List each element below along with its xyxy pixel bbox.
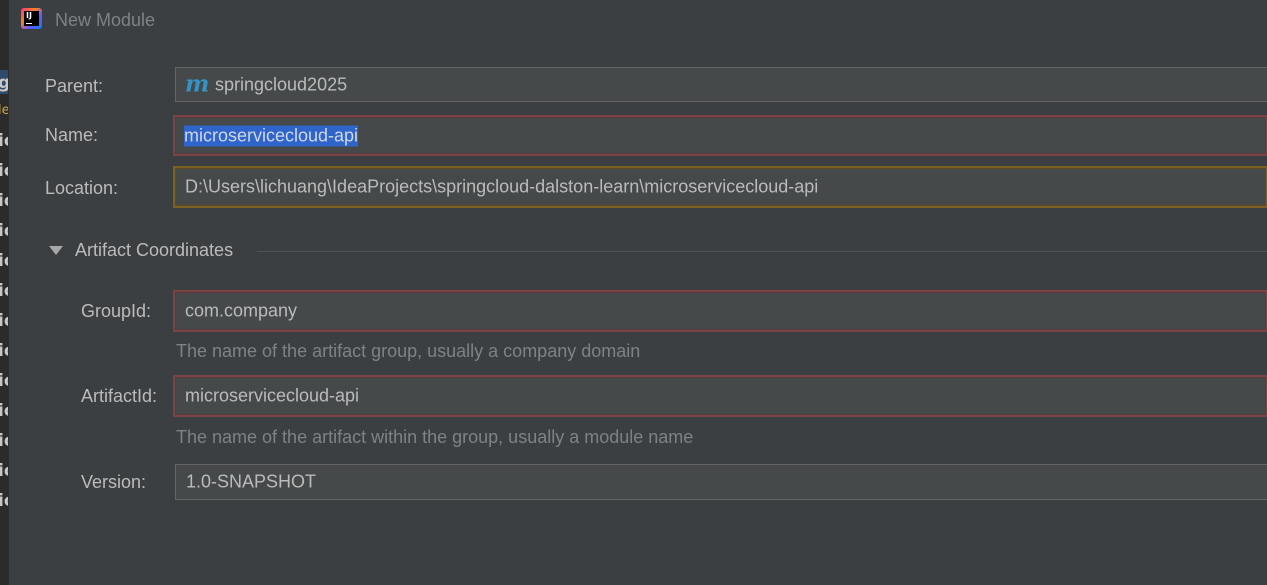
background-text-fragment: ic [0, 461, 8, 481]
version-label: Version: [81, 472, 147, 492]
collapse-triangle-icon[interactable] [49, 246, 63, 255]
background-text-fragment: ic [0, 371, 8, 391]
groupid-hint: The name of the artifact group, usually … [176, 341, 641, 361]
location-field[interactable]: D:\Users\lichuang\IdeaProjects\springclo… [173, 166, 1267, 208]
artifact-coordinates-section-header[interactable]: Artifact Coordinates [49, 238, 1267, 264]
version-value: 1.0-SNAPSHOT [186, 471, 317, 492]
background-text-fragment: g [0, 73, 8, 93]
groupid-field[interactable]: com.company [173, 290, 1267, 332]
background-text-fragment: ic [0, 401, 8, 421]
background-text-fragment: ic [0, 131, 8, 151]
artifactid-hint: The name of the artifact within the grou… [176, 427, 694, 447]
background-text-fragment: ic [0, 491, 8, 511]
version-field[interactable]: 1.0-SNAPSHOT [175, 464, 1267, 500]
location-value: D:\Users\lichuang\IdeaProjects\springclo… [185, 176, 819, 197]
name-label: Name: [45, 125, 99, 145]
groupid-value: com.company [185, 300, 298, 321]
background-text-fragment: ic [0, 161, 8, 181]
intellij-idea-icon: IJ [21, 8, 42, 29]
dialog-title: New Module [55, 10, 156, 30]
groupid-label: GroupId: [81, 301, 152, 321]
parent-value: springcloud2025 [215, 74, 348, 94]
parent-label: Parent: [45, 76, 104, 96]
background-text-fragment: ic [0, 431, 8, 451]
section-divider [257, 251, 1267, 252]
background-text-fragment: ic [0, 311, 8, 331]
background-text-fragment: ic [0, 191, 8, 211]
maven-icon: m [185, 69, 210, 97]
background-text-fragment: ic [0, 221, 8, 241]
artifactid-value: microservicecloud-api [185, 385, 360, 406]
name-field[interactable]: microservicecloud-api [173, 115, 1267, 156]
new-module-dialog: IJ New Module Parent: m springcloud2025 … [8, 0, 1267, 585]
background-editor-strip: g le ic ic ic ic ic ic ic ic ic ic ic ic… [0, 0, 8, 585]
name-value: microservicecloud-api [184, 125, 359, 146]
artifactid-label: ArtifactId: [81, 386, 158, 406]
background-text-fragment: le [0, 103, 8, 118]
dialog-title-bar[interactable]: IJ New Module [9, 0, 1267, 40]
location-label: Location: [45, 178, 119, 198]
artifact-coordinates-title: Artifact Coordinates [75, 240, 234, 260]
background-text-fragment: ic [0, 281, 8, 301]
background-text-fragment: ic [0, 341, 8, 361]
parent-field[interactable]: m springcloud2025 [175, 67, 1267, 102]
background-text-fragment: ic [0, 251, 8, 271]
artifactid-field[interactable]: microservicecloud-api [173, 375, 1267, 417]
